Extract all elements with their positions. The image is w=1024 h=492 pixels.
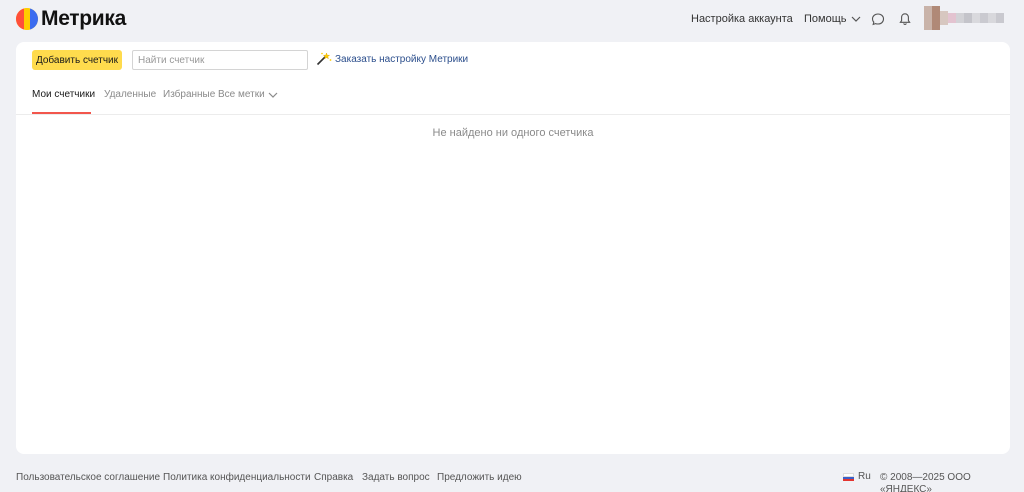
counter-tabs: Мои счетчики Удаленные Избранные Все мет… xyxy=(16,88,1010,115)
empty-state-message: Не найдено ни одного счетчика xyxy=(432,127,594,139)
order-setup-label: Заказать настройку Метрики xyxy=(335,53,469,65)
tab-deleted[interactable]: Удаленные xyxy=(104,88,156,102)
language-switcher[interactable]: Ru xyxy=(843,471,871,482)
flag-ru-icon xyxy=(843,472,854,481)
search-counter-input[interactable] xyxy=(132,50,308,70)
help-label: Помощь xyxy=(804,13,847,25)
language-label: Ru xyxy=(858,471,871,482)
logo-text: Метрика xyxy=(41,7,127,30)
copyright: © 2008—2025 ООО «ЯНДЕКС» xyxy=(880,472,971,492)
chevron-down-icon xyxy=(851,16,860,22)
chevron-down-icon xyxy=(268,92,278,98)
tabs-divider xyxy=(16,114,1010,115)
add-counter-button[interactable]: Добавить счетчик xyxy=(32,50,122,70)
metrica-logo-icon xyxy=(16,8,38,30)
chat-icon[interactable] xyxy=(871,12,885,26)
magic-wand-icon xyxy=(316,52,332,66)
all-tags-label: Все метки xyxy=(218,89,265,100)
user-avatar[interactable] xyxy=(924,6,1010,30)
counters-panel: Добавить счетчик Заказать настройку Метр… xyxy=(16,42,1010,454)
bell-icon[interactable] xyxy=(898,12,912,26)
tab-favorites[interactable]: Избранные xyxy=(163,88,215,102)
help-menu[interactable]: Помощь xyxy=(804,12,861,26)
footer-link-privacy-policy[interactable]: Политика конфиденциальности xyxy=(163,472,311,484)
footer-link-suggest-idea[interactable]: Предложить идею xyxy=(437,472,522,484)
metrica-logo[interactable]: Метрика xyxy=(16,8,126,30)
order-setup-link[interactable]: Заказать настройку Метрики xyxy=(316,52,468,66)
tab-my-counters[interactable]: Мои счетчики xyxy=(32,88,95,102)
top-header: Метрика Настройка аккаунта Помощь xyxy=(0,0,1024,40)
footer-link-help[interactable]: Справка xyxy=(314,472,353,484)
account-settings-link[interactable]: Настройка аккаунта xyxy=(691,12,793,26)
footer-link-user-agreement[interactable]: Пользовательское соглашение xyxy=(16,472,160,484)
footer-link-ask-question[interactable]: Задать вопрос xyxy=(362,472,430,484)
tab-all-tags[interactable]: Все метки xyxy=(218,88,278,102)
